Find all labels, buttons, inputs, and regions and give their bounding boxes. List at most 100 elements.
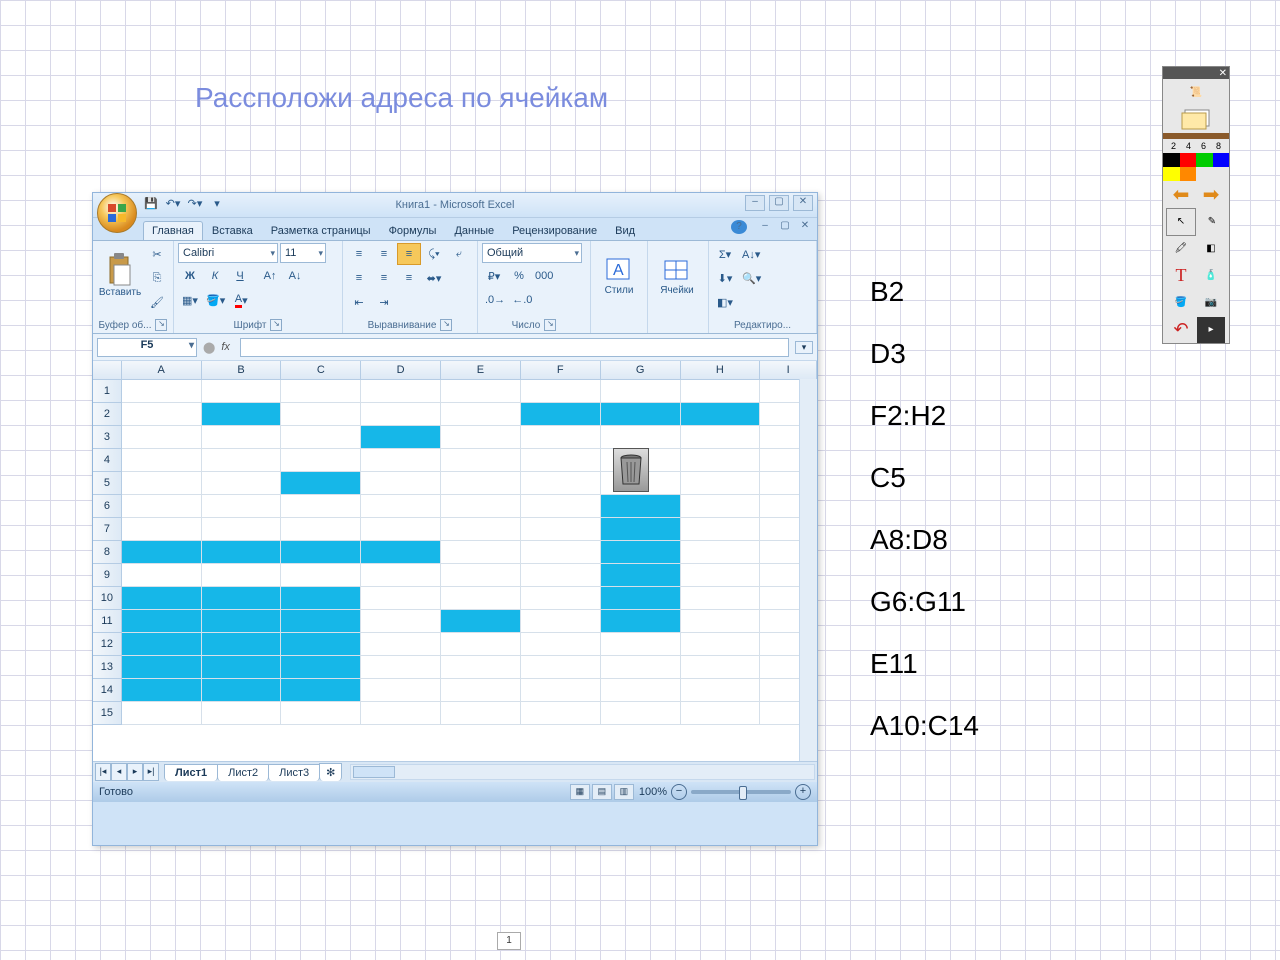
cell-A4[interactable] xyxy=(122,449,202,472)
cell-E14[interactable] xyxy=(441,679,521,702)
cell-C6[interactable] xyxy=(281,495,361,518)
label-e11[interactable]: E11 xyxy=(870,648,979,680)
name-box[interactable]: F5 xyxy=(97,338,197,357)
cell-D7[interactable] xyxy=(361,518,441,541)
cell-G15[interactable] xyxy=(601,702,681,725)
underline-button[interactable]: Ч xyxy=(228,265,252,287)
select-all-corner[interactable] xyxy=(93,361,122,379)
cell-F7[interactable] xyxy=(521,518,601,541)
mdi-restore[interactable]: ▢ xyxy=(777,220,793,234)
row-header-8[interactable]: 8 xyxy=(93,541,122,564)
mdi-minimize[interactable]: – xyxy=(757,220,773,234)
cell-G7[interactable] xyxy=(601,518,681,541)
percent-icon[interactable]: % xyxy=(507,265,531,287)
vertical-scrollbar[interactable] xyxy=(799,379,817,761)
row-header-13[interactable]: 13 xyxy=(93,656,122,679)
row-header-14[interactable]: 14 xyxy=(93,679,122,702)
cell-E12[interactable] xyxy=(441,633,521,656)
dialog-launcher-icon[interactable]: ↘ xyxy=(270,319,282,331)
cell-H3[interactable] xyxy=(681,426,761,449)
tab-review[interactable]: Рецензирование xyxy=(503,221,606,240)
cell-D8[interactable] xyxy=(361,541,441,564)
scroll-icon[interactable]: 📜 xyxy=(1182,80,1210,106)
cell-F14[interactable] xyxy=(521,679,601,702)
row-header-1[interactable]: 1 xyxy=(93,380,122,403)
cell-G9[interactable] xyxy=(601,564,681,587)
cell-G8[interactable] xyxy=(601,541,681,564)
office-button[interactable] xyxy=(97,193,137,233)
arrow-right-icon[interactable]: ➡ xyxy=(1197,182,1225,208)
zoom-slider[interactable] xyxy=(691,790,791,794)
italic-button[interactable]: К xyxy=(203,265,227,287)
cell-A10[interactable] xyxy=(122,587,202,610)
cell-D5[interactable] xyxy=(361,472,441,495)
cell-C8[interactable] xyxy=(281,541,361,564)
cell-D14[interactable] xyxy=(361,679,441,702)
cell-B15[interactable] xyxy=(202,702,282,725)
cell-C2[interactable] xyxy=(281,403,361,426)
cell-F6[interactable] xyxy=(521,495,601,518)
styles-button[interactable]: AСтили xyxy=(595,243,643,307)
cell-F1[interactable] xyxy=(521,380,601,403)
stamp-icon[interactable]: 🧴 xyxy=(1197,263,1225,289)
tab-formulas[interactable]: Формулы xyxy=(380,221,446,240)
cell-A2[interactable] xyxy=(122,403,202,426)
grow-font-icon[interactable]: A↑ xyxy=(258,265,282,287)
cell-C3[interactable] xyxy=(281,426,361,449)
align-left-icon[interactable]: ≡ xyxy=(347,267,371,289)
align-center-icon[interactable]: ≡ xyxy=(372,267,396,289)
cell-H14[interactable] xyxy=(681,679,761,702)
minimize-button[interactable]: – xyxy=(745,195,765,211)
inc-decimal-icon[interactable]: .0→ xyxy=(482,289,508,311)
cell-C4[interactable] xyxy=(281,449,361,472)
horizontal-scrollbar[interactable] xyxy=(350,764,815,780)
cell-A5[interactable] xyxy=(122,472,202,495)
col-header-F[interactable]: F xyxy=(521,361,601,379)
cell-A6[interactable] xyxy=(122,495,202,518)
cut-icon[interactable]: ✂ xyxy=(145,243,169,265)
close-icon[interactable]: ✕ xyxy=(1219,68,1227,79)
cell-C12[interactable] xyxy=(281,633,361,656)
cell-D1[interactable] xyxy=(361,380,441,403)
camera-icon[interactable]: 📷 xyxy=(1197,290,1225,316)
cell-E4[interactable] xyxy=(441,449,521,472)
line-thickness[interactable]: 2468 xyxy=(1163,139,1229,153)
cell-C9[interactable] xyxy=(281,564,361,587)
cell-H2[interactable] xyxy=(681,403,761,426)
cell-H10[interactable] xyxy=(681,587,761,610)
view-buttons[interactable]: ▦▤▥ xyxy=(569,784,635,800)
align-top-icon[interactable]: ≡ xyxy=(347,243,371,265)
number-format-select[interactable]: Общий xyxy=(482,243,582,263)
font-size-select[interactable]: 11 xyxy=(280,243,326,263)
cell-C7[interactable] xyxy=(281,518,361,541)
cell-D12[interactable] xyxy=(361,633,441,656)
wrap-text-icon[interactable]: ⤶ xyxy=(447,243,471,265)
cell-G6[interactable] xyxy=(601,495,681,518)
label-g6g11[interactable]: G6:G11 xyxy=(870,586,979,618)
last-sheet-button[interactable]: ▸| xyxy=(143,763,159,781)
dec-decimal-icon[interactable]: ←.0 xyxy=(509,289,535,311)
pen-icon[interactable]: ✎ xyxy=(1198,209,1226,235)
cell-B7[interactable] xyxy=(202,518,282,541)
cell-G14[interactable] xyxy=(601,679,681,702)
cell-F8[interactable] xyxy=(521,541,601,564)
cell-B12[interactable] xyxy=(202,633,282,656)
cell-A15[interactable] xyxy=(122,702,202,725)
cell-E2[interactable] xyxy=(441,403,521,426)
dialog-launcher-icon[interactable]: ↘ xyxy=(544,319,556,331)
cell-F9[interactable] xyxy=(521,564,601,587)
align-right-icon[interactable]: ≡ xyxy=(397,267,421,289)
label-d3[interactable]: D3 xyxy=(870,338,979,370)
cell-F11[interactable] xyxy=(521,610,601,633)
row-header-9[interactable]: 9 xyxy=(93,564,122,587)
cell-B5[interactable] xyxy=(202,472,282,495)
indent-dec-icon[interactable]: ⇤ xyxy=(347,291,371,313)
cell-H1[interactable] xyxy=(681,380,761,403)
cell-B9[interactable] xyxy=(202,564,282,587)
undo-icon[interactable]: ↶ xyxy=(1167,317,1195,343)
indent-inc-icon[interactable]: ⇥ xyxy=(372,291,396,313)
cell-C14[interactable] xyxy=(281,679,361,702)
maximize-button[interactable]: ▢ xyxy=(769,195,789,211)
worksheet-area[interactable]: ABCDEFGHI 123456789101112131415 xyxy=(93,361,817,761)
cell-B14[interactable] xyxy=(202,679,282,702)
